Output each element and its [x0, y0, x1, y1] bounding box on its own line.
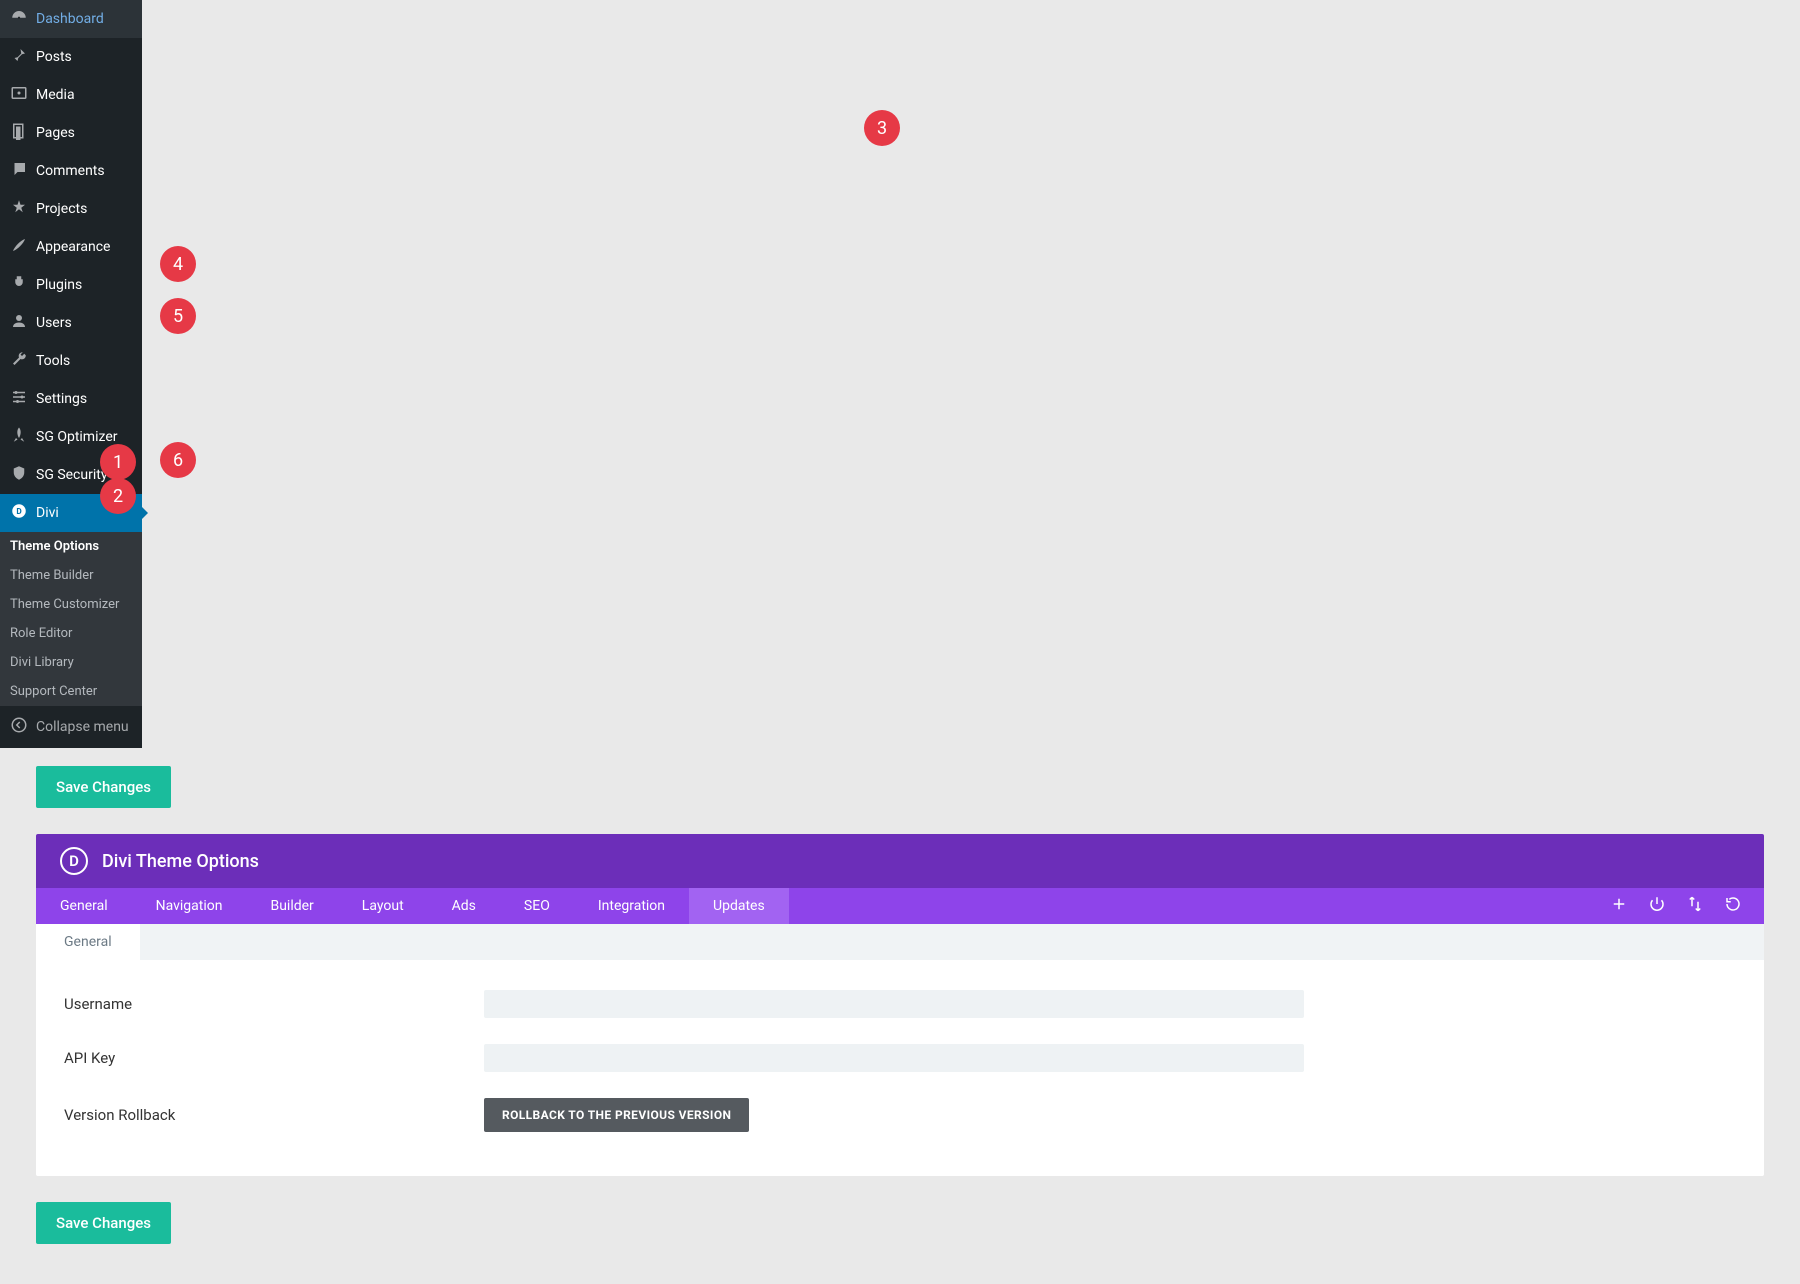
- rollback-row: Version Rollback ROLLBACK TO THE PREVIOU…: [64, 1098, 1736, 1132]
- media-icon: [10, 84, 28, 106]
- divi-logo-icon: D: [60, 847, 88, 875]
- sidebar-item-pages[interactable]: Pages: [0, 114, 142, 152]
- sidebar-item-appearance[interactable]: Appearance: [0, 228, 142, 266]
- tab-general[interactable]: General: [36, 888, 132, 924]
- collapse-icon: [10, 716, 28, 738]
- sidebar-item-label: Appearance: [36, 239, 110, 255]
- apikey-input[interactable]: [484, 1044, 1304, 1072]
- plug-icon: [10, 274, 28, 296]
- sidebar-item-media[interactable]: Media: [0, 76, 142, 114]
- sidebar-item-users[interactable]: Users: [0, 304, 142, 342]
- username-row: Username: [64, 990, 1736, 1018]
- collapse-label: Collapse menu: [36, 719, 129, 735]
- subtab-general[interactable]: General: [36, 924, 140, 960]
- tab-layout[interactable]: Layout: [338, 888, 428, 924]
- annotation-6: 6: [160, 442, 196, 478]
- sidebar-item-label: Divi: [36, 505, 59, 521]
- sidebar-item-label: SG Optimizer: [36, 429, 117, 445]
- sidebar-item-label: Comments: [36, 163, 105, 179]
- user-icon: [10, 312, 28, 334]
- panel-body: Username API Key Version Rollback ROLLBA…: [36, 960, 1764, 1176]
- import-export-icon[interactable]: [1686, 895, 1704, 917]
- star-icon: [10, 198, 28, 220]
- apikey-label: API Key: [64, 1049, 484, 1067]
- tab-integration[interactable]: Integration: [574, 888, 689, 924]
- tab-ads[interactable]: Ads: [428, 888, 500, 924]
- submenu-item-theme-customizer[interactable]: Theme Customizer: [0, 590, 142, 619]
- sliders-icon: [10, 388, 28, 410]
- sidebar-item-label: Projects: [36, 201, 87, 217]
- annotation-1: 1: [100, 444, 136, 480]
- sidebar-item-plugins[interactable]: Plugins: [0, 266, 142, 304]
- tab-navigation[interactable]: Navigation: [132, 888, 247, 924]
- tab-updates[interactable]: Updates: [689, 888, 789, 924]
- save-changes-button-top[interactable]: Save Changes: [36, 766, 171, 808]
- panel-header: D Divi Theme Options: [36, 834, 1764, 888]
- username-input[interactable]: [484, 990, 1304, 1018]
- annotation-3: 3: [864, 110, 900, 146]
- sidebar-item-label: Pages: [36, 125, 75, 141]
- rollback-button[interactable]: ROLLBACK TO THE PREVIOUS VERSION: [484, 1098, 749, 1132]
- brush-icon: [10, 236, 28, 258]
- reset-icon[interactable]: [1724, 895, 1742, 917]
- submenu-item-theme-options[interactable]: Theme Options: [0, 532, 142, 561]
- rocket-icon: [10, 426, 28, 448]
- sidebar-item-comments[interactable]: Comments: [0, 152, 142, 190]
- sidebar-item-label: Users: [36, 315, 72, 331]
- sidebar-item-label: Settings: [36, 391, 87, 407]
- tab-builder[interactable]: Builder: [246, 888, 337, 924]
- submenu-item-role-editor[interactable]: Role Editor: [0, 619, 142, 648]
- sidebar-item-label: Media: [36, 87, 75, 103]
- sidebar-item-label: Tools: [36, 353, 70, 369]
- submenu-item-divi-library[interactable]: Divi Library: [0, 648, 142, 677]
- annotation-2: 2: [100, 478, 136, 514]
- plus-icon[interactable]: [1610, 895, 1628, 917]
- pin-icon: [10, 46, 28, 68]
- svg-text:D: D: [16, 507, 22, 517]
- apikey-row: API Key: [64, 1044, 1736, 1072]
- rollback-label: Version Rollback: [64, 1106, 484, 1124]
- annotation-4: 4: [160, 246, 196, 282]
- sidebar-item-label: Dashboard: [36, 11, 104, 27]
- sidebar-item-projects[interactable]: Projects: [0, 190, 142, 228]
- save-changes-button-bottom[interactable]: Save Changes: [36, 1202, 171, 1244]
- collapse-menu-button[interactable]: Collapse menu: [0, 706, 142, 748]
- shield-icon: [10, 464, 28, 486]
- divi-icon: D: [10, 502, 28, 524]
- wp-admin-sidebar: Dashboard Posts Media Pages Comments Projects…: [0, 0, 142, 748]
- tab-action-icons: [1610, 888, 1764, 924]
- sidebar-item-settings[interactable]: Settings: [0, 380, 142, 418]
- sidebar-item-tools[interactable]: Tools: [0, 342, 142, 380]
- wrench-icon: [10, 350, 28, 372]
- power-icon[interactable]: [1648, 895, 1666, 917]
- sidebar-item-posts[interactable]: Posts: [0, 38, 142, 76]
- submenu-item-theme-builder[interactable]: Theme Builder: [0, 561, 142, 590]
- main-content: Save Changes D Divi Theme Options Genera…: [0, 748, 1800, 1284]
- page-icon: [10, 122, 28, 144]
- divi-options-panel: D Divi Theme Options GeneralNavigationBu…: [36, 834, 1764, 1176]
- divi-submenu: Theme OptionsTheme BuilderTheme Customiz…: [0, 532, 142, 706]
- sidebar-item-label: Plugins: [36, 277, 82, 293]
- sidebar-item-label: Posts: [36, 49, 72, 65]
- options-tabs: GeneralNavigationBuilderLayoutAdsSEOInte…: [36, 888, 1764, 924]
- submenu-item-support-center[interactable]: Support Center: [0, 677, 142, 706]
- panel-title: Divi Theme Options: [102, 851, 259, 872]
- sidebar-item-label: SG Security: [36, 467, 107, 483]
- comment-icon: [10, 160, 28, 182]
- sidebar-item-dashboard[interactable]: Dashboard: [0, 0, 142, 38]
- options-subtabs: General: [36, 924, 1764, 960]
- dashboard-icon: [10, 8, 28, 30]
- annotation-5: 5: [160, 298, 196, 334]
- username-label: Username: [64, 995, 484, 1013]
- tab-seo[interactable]: SEO: [500, 888, 574, 924]
